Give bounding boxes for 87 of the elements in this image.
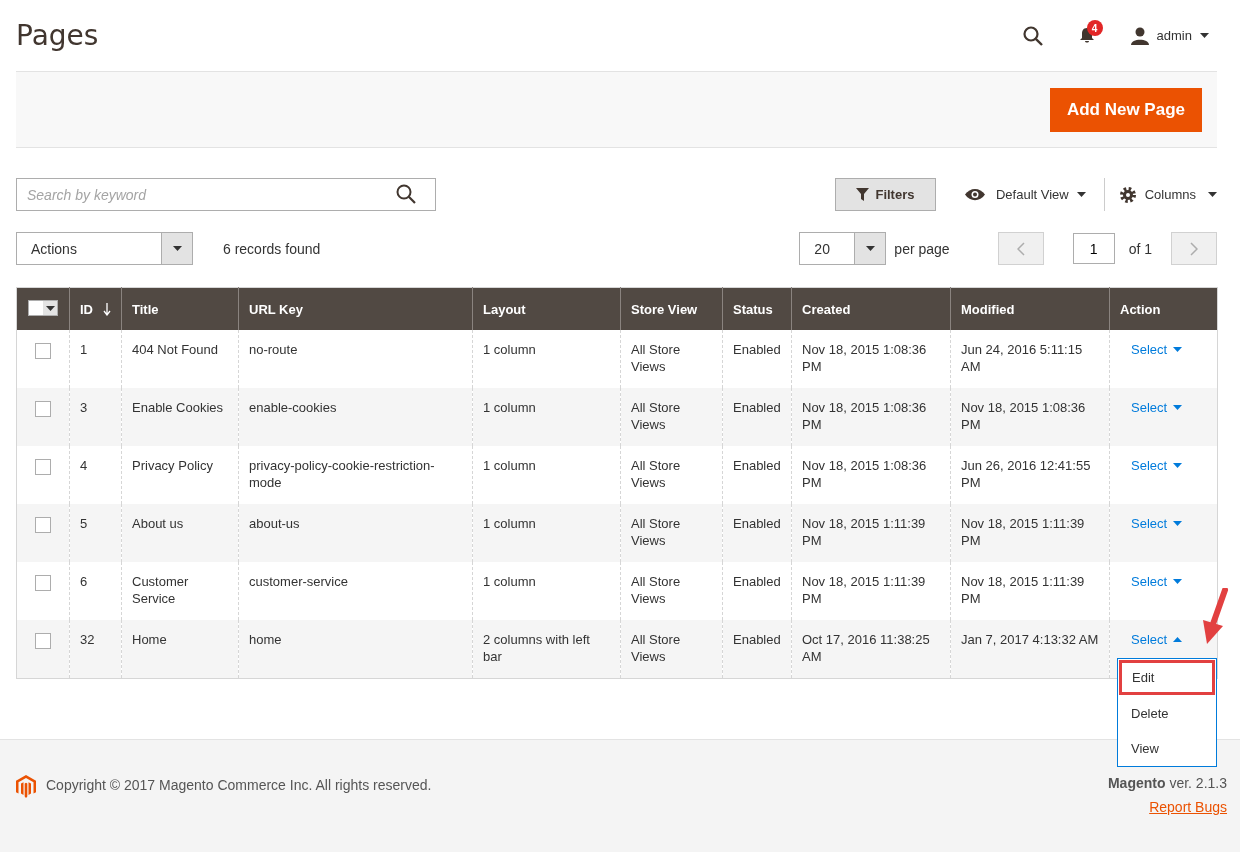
eye-icon: [963, 188, 986, 201]
table-cell: 1 column: [472, 504, 621, 562]
table-cell: All Store Views: [620, 504, 723, 562]
table-cell: 2 columns with left bar: [472, 620, 621, 679]
caret-icon: [865, 246, 875, 251]
funnel-icon: [856, 188, 870, 201]
menu-item[interactable]: View: [1118, 731, 1216, 766]
table-cell: Nov 18, 2015 1:11:39 PM: [791, 504, 951, 562]
caret-icon: [1173, 405, 1183, 410]
row-checkbox[interactable]: [35, 633, 51, 649]
user-menu[interactable]: admin: [1156, 28, 1209, 43]
add-new-page-button[interactable]: Add New Page: [1049, 87, 1202, 132]
table-cell: Jan 7, 2017 4:13:32 AM: [950, 620, 1110, 679]
search-icon[interactable]: [1022, 25, 1043, 46]
caret-icon: [45, 305, 55, 311]
table-cell: Enabled: [722, 388, 792, 446]
table-cell: All Store Views: [620, 388, 723, 446]
previous-page-button[interactable]: [997, 232, 1044, 265]
caret-icon: [1173, 579, 1183, 584]
caret-icon: [1208, 192, 1217, 197]
select-dropdown[interactable]: Select: [1131, 515, 1183, 532]
table-cell: About us: [121, 504, 239, 562]
table-cell: about-us: [238, 504, 473, 562]
table-cell: enable-cookies: [238, 388, 473, 446]
caret-icon: [1173, 637, 1183, 642]
page-number-field[interactable]: 1: [1072, 233, 1115, 264]
column-header[interactable]: Created: [802, 301, 851, 317]
column-header[interactable]: Title: [132, 301, 159, 317]
column-header[interactable]: ID: [80, 301, 93, 317]
row-checkbox[interactable]: [35, 575, 51, 591]
select-dropdown[interactable]: Select: [1131, 341, 1183, 358]
table-cell: Nov 18, 2015 1:08:36 PM: [950, 388, 1110, 446]
row-checkbox[interactable]: [35, 459, 51, 475]
menu-item[interactable]: Delete: [1118, 696, 1216, 731]
table-cell: All Store Views: [620, 620, 723, 679]
caret-icon: [1173, 521, 1183, 526]
caret-icon: [1173, 347, 1183, 352]
view-dropdown[interactable]: Default View: [995, 187, 1086, 202]
search-field[interactable]: Search by keyword: [16, 178, 436, 211]
table-cell: Nov 18, 2015 1:08:36 PM: [791, 388, 951, 446]
version-text: Magento ver. 2.1.3: [1107, 775, 1227, 791]
table-cell: 1 column: [472, 388, 621, 446]
user-icon: [1130, 26, 1149, 45]
table-cell: Nov 18, 2015 1:11:39 PM: [950, 504, 1110, 562]
copyright-text: Copyright © 2017 Magento Commerce Inc. All rights reserved.: [46, 777, 432, 793]
page-title: Pages: [16, 19, 100, 52]
row-checkbox[interactable]: [35, 517, 51, 533]
caret-icon: [1200, 33, 1209, 38]
columns-dropdown[interactable]: Columns: [1144, 187, 1217, 202]
menu-item[interactable]: Edit: [1119, 660, 1215, 695]
chevron-right-icon: [1190, 241, 1198, 256]
row-checkbox[interactable]: [35, 343, 51, 359]
column-header[interactable]: URL Key: [249, 301, 303, 317]
select-dropdown[interactable]: Select: [1131, 631, 1183, 648]
select-dropdown[interactable]: Select: [1131, 573, 1183, 590]
table-cell: 3: [69, 388, 122, 446]
table-cell: Enabled: [722, 620, 792, 679]
column-header[interactable]: Modified: [961, 301, 1015, 317]
gear-icon: [1118, 185, 1137, 204]
logo-icon: [16, 775, 36, 798]
row-checkbox[interactable]: [35, 401, 51, 417]
next-page-button[interactable]: [1171, 232, 1217, 265]
page-total: of 1: [1128, 240, 1152, 257]
caret-icon: [1076, 192, 1086, 197]
table-cell: Enabled: [722, 504, 792, 562]
select-dropdown[interactable]: Select: [1131, 457, 1183, 474]
select-dropdown[interactable]: Select: [1131, 399, 1183, 416]
search-icon[interactable]: [396, 184, 416, 204]
filters-button[interactable]: Filters: [834, 178, 936, 211]
table-cell: Enable Cookies: [121, 388, 239, 446]
table-cell: Oct 17, 2016 11:38:25 AM: [791, 620, 951, 679]
table-cell: home: [238, 620, 473, 679]
column-header[interactable]: Action: [1120, 301, 1161, 317]
actions-dropdown[interactable]: Actions: [16, 232, 193, 265]
per-page-label: per page: [894, 240, 950, 257]
sort-arrow-icon: [103, 302, 111, 316]
column-header[interactable]: Layout: [483, 301, 526, 317]
caret-icon: [172, 246, 182, 251]
caret-icon: [1173, 463, 1183, 468]
per-page-dropdown[interactable]: 20: [799, 232, 887, 265]
records-count: 6 records found: [223, 240, 321, 257]
chevron-left-icon: [1016, 241, 1025, 256]
notification-badge: 4: [1086, 20, 1103, 36]
mass-select-dropdown[interactable]: [28, 300, 58, 316]
table-cell: 32: [69, 620, 122, 679]
table-cell: Home: [121, 620, 239, 679]
table-cell: 5: [69, 504, 122, 562]
